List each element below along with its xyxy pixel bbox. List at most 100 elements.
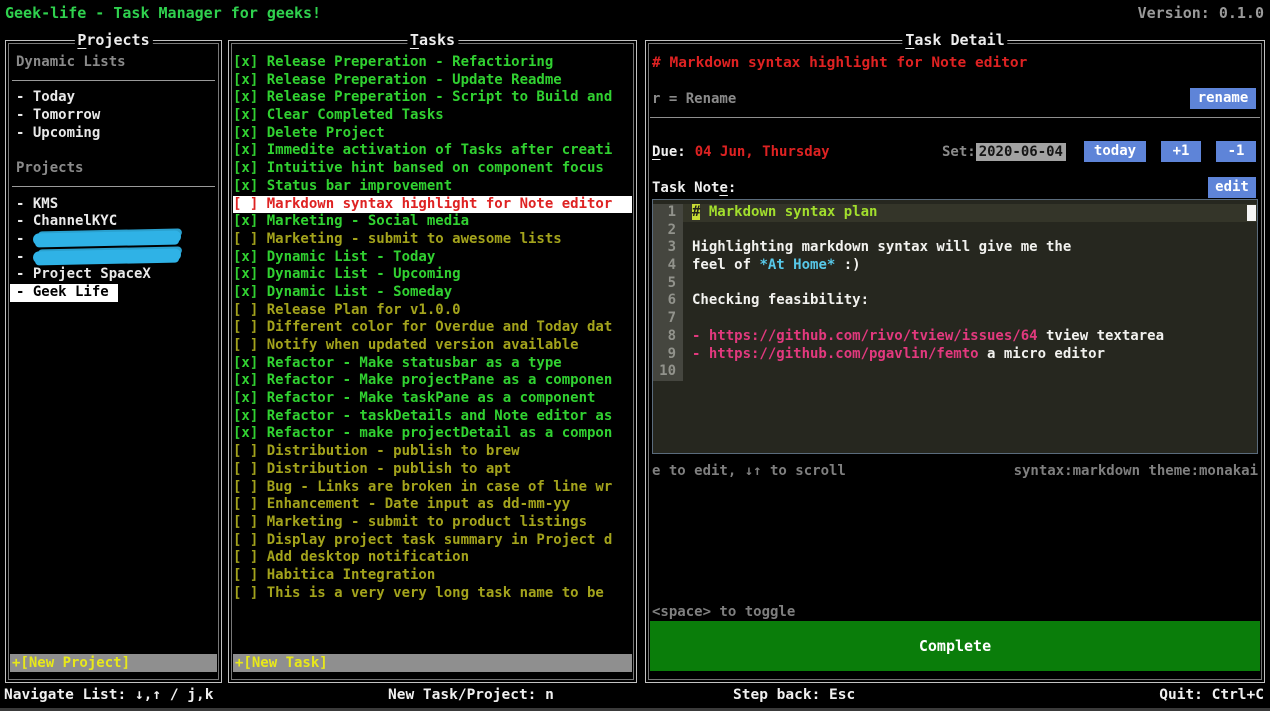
line-number: 2 <box>653 222 683 240</box>
today-button[interactable]: today <box>1084 141 1146 162</box>
task-row[interactable]: [ ] Add desktop notification <box>233 549 632 567</box>
app-header: Geek-life - Task Manager for geeks! Vers… <box>0 0 1270 38</box>
line-content <box>683 275 1257 293</box>
task-row[interactable]: [x] Dynamic List - Someday <box>233 284 632 302</box>
note-label: Task Note: <box>652 180 736 196</box>
rename-hint: r = Rename <box>652 91 736 107</box>
task-row[interactable]: [ ] Release Plan for v1.0.0 <box>233 302 632 320</box>
project-item-redacted[interactable]: - <box>10 249 217 267</box>
line-content: Checking feasibility: <box>683 292 1257 310</box>
text-segment: :) <box>835 257 860 273</box>
redaction-scribble <box>33 230 181 245</box>
line-content: Highlighting markdown syntax will give m… <box>683 239 1257 257</box>
task-row[interactable]: [x] Refactor - make projectDetail as a c… <box>233 425 632 443</box>
status-navigate: Navigate List: ↓,↑ / j,k <box>4 687 214 703</box>
project-list: Dynamic Lists - Today- Tomorrow- Upcoming… <box>10 45 217 678</box>
text-segment: Highlighting markdown syntax will give m… <box>692 239 1071 255</box>
status-bar: Navigate List: ↓,↑ / j,k New Task/Projec… <box>0 687 1270 708</box>
task-row[interactable]: [ ] Marketing - submit to product listin… <box>233 514 632 532</box>
line-number: 1 <box>653 204 683 222</box>
editor-line: 5 <box>653 275 1257 293</box>
task-detail-panel-title: Task Detail <box>902 31 1007 49</box>
task-row[interactable]: [x] Dynamic List - Today <box>233 249 632 267</box>
project-item[interactable]: - Project SpaceX <box>10 266 217 284</box>
task-row[interactable]: [ ] Display project task summary in Proj… <box>233 532 632 550</box>
projects-panel-title: Projects <box>74 31 152 49</box>
date-input[interactable]: 2020-06-04 <box>976 143 1066 161</box>
task-row[interactable]: [x] Refactor - Make projectPane as a com… <box>233 372 632 390</box>
new-project-button[interactable]: +[New Project] <box>10 654 217 672</box>
edit-button[interactable]: edit <box>1208 177 1256 198</box>
task-row[interactable]: [x] Clear Completed Tasks <box>233 107 632 125</box>
section-header: Dynamic Lists <box>10 54 217 72</box>
project-item[interactable]: - Upcoming <box>10 125 217 143</box>
projects-panel: Projects Dynamic Lists- Today- Tomorrow-… <box>5 40 222 683</box>
line-number: 4 <box>653 257 683 275</box>
editor-line: 2 <box>653 222 1257 240</box>
text-segment: *At Home* <box>759 257 835 273</box>
editor-scrollbar[interactable] <box>1247 205 1256 221</box>
task-row[interactable]: [x] Delete Project <box>233 125 632 143</box>
task-row[interactable]: [ ] This is a very very long task name t… <box>233 585 632 603</box>
text-segment: Checking feasibility: <box>692 292 869 308</box>
task-heading: # Markdown syntax highlight for Note edi… <box>652 55 1027 71</box>
task-row[interactable]: [ ] Habitica Integration <box>233 567 632 585</box>
task-row[interactable]: [x] Release Preperation - Refactioring <box>233 54 632 72</box>
line-number: 7 <box>653 310 683 328</box>
project-item-redacted[interactable]: - <box>10 231 217 249</box>
task-row[interactable]: [x] Immedite activation of Tasks after c… <box>233 142 632 160</box>
toggle-hint: <space> to toggle <box>652 604 795 620</box>
minus-one-button[interactable]: -1 <box>1216 141 1256 162</box>
editor-line: 6 Checking feasibility: <box>653 292 1257 310</box>
note-row: Task Note: edit <box>652 177 1256 198</box>
text-segment: feel of <box>692 257 759 273</box>
task-row[interactable]: [x] Release Preperation - Script to Buil… <box>233 89 632 107</box>
plus-one-button[interactable]: +1 <box>1161 141 1201 162</box>
project-item[interactable]: - Tomorrow <box>10 107 217 125</box>
task-row[interactable]: [x] Marketing - Social media <box>233 213 632 231</box>
project-item[interactable]: - ChannelKYC <box>10 213 217 231</box>
project-item[interactable]: - KMS <box>10 196 217 214</box>
task-row[interactable]: [ ] Different color for Overdue and Toda… <box>233 319 632 337</box>
line-number: 3 <box>653 239 683 257</box>
complete-button[interactable]: Complete <box>650 621 1260 671</box>
task-row[interactable]: [x] Intuitive hint bansed on component f… <box>233 160 632 178</box>
editor-hint-right: syntax:markdown theme:monakai <box>1014 463 1258 479</box>
line-number: 6 <box>653 292 683 310</box>
task-row[interactable]: [ ] Notify when updated version availabl… <box>233 337 632 355</box>
task-row[interactable]: [x] Status bar improvement <box>233 178 632 196</box>
project-item[interactable]: - Geek Life <box>10 284 118 302</box>
line-content: # Markdown syntax plan <box>683 204 1257 222</box>
set-label: Set: <box>942 144 976 160</box>
editor-line: 4feel of *At Home* :) <box>653 257 1257 275</box>
project-item[interactable]: - Today <box>10 89 217 107</box>
line-content: feel of *At Home* :) <box>683 257 1257 275</box>
task-row[interactable]: [ ] Distribution - publish to brew <box>233 443 632 461</box>
task-note-editor[interactable]: 1# Markdown syntax plan23 Highlighting ma… <box>652 199 1258 454</box>
editor-hint-left: e to edit, ↓↑ to scroll <box>652 463 846 479</box>
task-row[interactable]: [x] Refactor - Make statusbar as a type <box>233 355 632 373</box>
line-content <box>683 222 1257 240</box>
line-number: 5 <box>653 275 683 293</box>
task-row[interactable]: [ ] Marketing - submit to awesome lists <box>233 231 632 249</box>
task-row[interactable]: [ ] Enhancement - Date input as dd-mm-yy <box>233 496 632 514</box>
editor-line: 8- https://github.com/rivo/tview/issues/… <box>653 328 1257 346</box>
task-row[interactable]: [x] Refactor - Make taskPane as a compon… <box>233 390 632 408</box>
link-text: - https://github.com/rivo/tview/issues/6… <box>692 328 1038 344</box>
line-content: - https://github.com/rivo/tview/issues/6… <box>683 328 1257 346</box>
task-row[interactable]: [ ] Markdown syntax highlight for Note e… <box>233 196 632 214</box>
rename-button[interactable]: rename <box>1190 88 1256 109</box>
editor-line: 3 Highlighting markdown syntax will give … <box>653 239 1257 257</box>
task-row[interactable]: [x] Refactor - taskDetails and Note edit… <box>233 408 632 426</box>
new-task-button[interactable]: +[New Task] <box>233 654 632 672</box>
task-row[interactable]: [ ] Bug - Links are broken in case of li… <box>233 479 632 497</box>
tasks-panel: Tasks [x] Release Preperation - Refactio… <box>228 40 637 683</box>
task-detail-panel: Task Detail # Markdown syntax highlight … <box>645 40 1265 683</box>
task-row[interactable]: [ ] Distribution - publish to apt <box>233 461 632 479</box>
editor-line: 9- https://github.com/pgavlin/femto a mi… <box>653 346 1257 364</box>
task-row[interactable]: [x] Release Preperation - Update Readme <box>233 72 632 90</box>
editor-line: 10 <box>653 363 1257 381</box>
line-number: 9 <box>653 346 683 364</box>
line-content: - https://github.com/pgavlin/femto a mic… <box>683 346 1257 364</box>
task-row[interactable]: [x] Dynamic List - Upcoming <box>233 266 632 284</box>
